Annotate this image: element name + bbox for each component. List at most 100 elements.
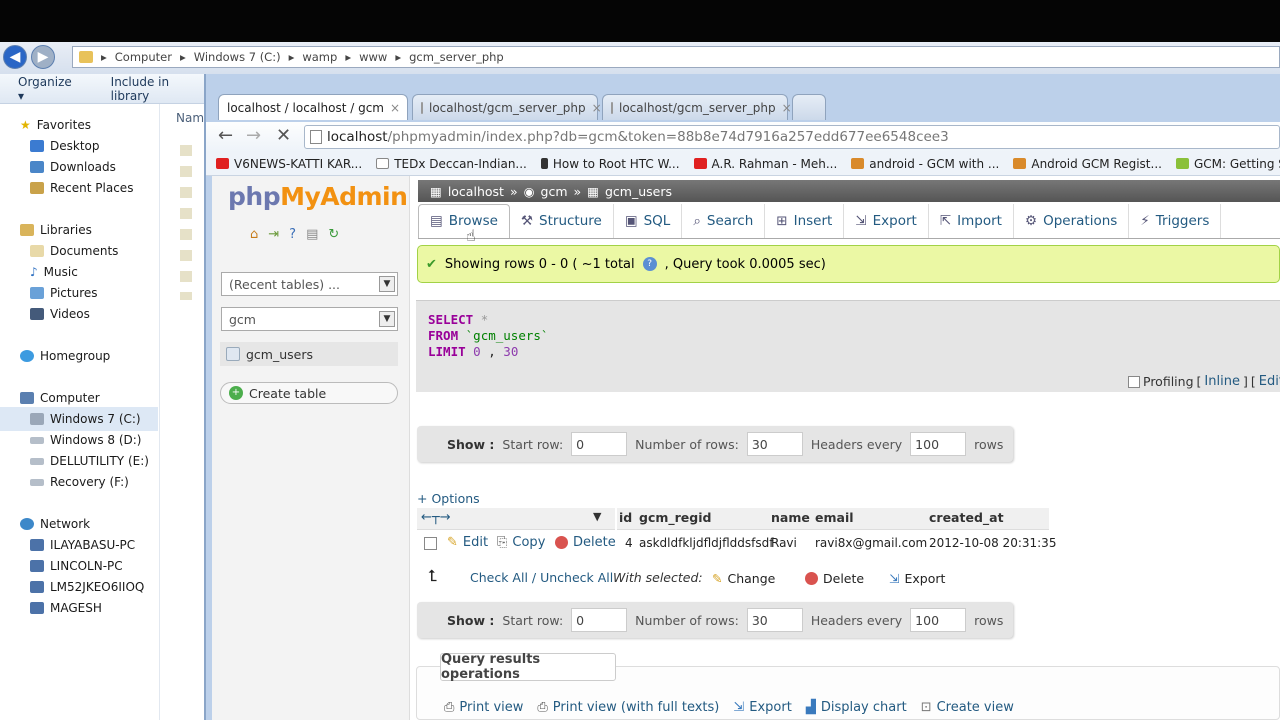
table-item-gcm-users[interactable]: gcm_users bbox=[220, 342, 398, 366]
nav-downloads[interactable]: Downloads bbox=[30, 160, 116, 174]
bookmark-item[interactable]: android - GCM with ... bbox=[851, 157, 999, 171]
bulk-delete-button[interactable]: Delete bbox=[805, 571, 864, 586]
nav-drive-d[interactable]: Windows 8 (D:) bbox=[30, 433, 141, 447]
nav-recent-places[interactable]: Recent Places bbox=[30, 181, 133, 195]
nav-music[interactable]: ♪ Music bbox=[30, 265, 78, 279]
breadcrumb-folder[interactable]: gcm_server_php bbox=[409, 50, 504, 64]
bulk-change-button[interactable]: ✎ Change bbox=[712, 571, 775, 586]
row-copy-button[interactable]: ⎘ Copy bbox=[497, 535, 545, 550]
cell-name[interactable]: Ravi bbox=[771, 536, 797, 550]
breadcrumb-drive[interactable]: Windows 7 (C:) bbox=[194, 50, 281, 64]
profiling-checkbox[interactable] bbox=[1128, 375, 1140, 388]
bulk-export-button[interactable]: ⇲ Export bbox=[889, 571, 945, 586]
print-view-link[interactable]: ⎙ Print view bbox=[444, 700, 523, 715]
bookmark-item[interactable]: Android GCM Regist... bbox=[1013, 157, 1162, 171]
nav-documents[interactable]: Documents bbox=[30, 244, 118, 258]
include-in-library-button[interactable]: Include in library bbox=[111, 75, 210, 103]
bookmark-item[interactable]: TEDx Deccan-Indian... bbox=[376, 157, 527, 171]
nav-network-pc[interactable]: LM52JKEO6IIOQ bbox=[30, 580, 144, 594]
start-row-input[interactable]: 0 bbox=[571, 432, 628, 456]
tab-sql[interactable]: ▣ SQL bbox=[614, 203, 683, 238]
nav-computer[interactable]: Computer bbox=[20, 391, 100, 405]
close-tab-icon[interactable]: × bbox=[592, 101, 602, 115]
browser-tab-gcm-2[interactable]: localhost/gcm_server_php × bbox=[602, 94, 792, 120]
forward-icon[interactable]: → bbox=[246, 125, 261, 146]
tab-search[interactable]: ⌕ Search bbox=[682, 203, 766, 238]
breadcrumb-www[interactable]: www bbox=[359, 50, 387, 64]
column-header-gcm-regid[interactable]: gcm_regid bbox=[639, 510, 711, 525]
reload-icon[interactable]: ↻ bbox=[328, 227, 339, 242]
row-checkbox[interactable] bbox=[424, 537, 437, 550]
column-header-created-at[interactable]: created_at bbox=[929, 510, 1004, 525]
column-header-id[interactable]: id bbox=[619, 510, 632, 525]
home-icon[interactable]: ⌂ bbox=[250, 227, 258, 242]
inline-edit-link[interactable]: Inline bbox=[1204, 374, 1240, 389]
create-table-button[interactable]: + Create table bbox=[220, 382, 398, 404]
start-row-input[interactable]: 0 bbox=[571, 608, 628, 632]
sort-dropdown-icon[interactable]: ▼ bbox=[593, 510, 601, 523]
bookmark-item[interactable]: V6NEWS-KATTI KAR... bbox=[216, 157, 362, 171]
nav-network-pc[interactable]: MAGESH bbox=[30, 601, 102, 615]
tab-insert[interactable]: ⊞ Insert bbox=[765, 203, 845, 238]
bookmark-item[interactable]: How to Root HTC W... bbox=[540, 157, 680, 171]
column-header-name[interactable]: name bbox=[771, 510, 810, 525]
nav-drive-c[interactable]: Windows 7 (C:) bbox=[0, 407, 158, 431]
tab-export[interactable]: ⇲ Export bbox=[844, 203, 929, 238]
nav-pictures[interactable]: Pictures bbox=[30, 286, 98, 300]
back-icon[interactable]: ← bbox=[218, 125, 233, 146]
bookmark-item[interactable]: A.R. Rahman - Meh... bbox=[693, 157, 837, 171]
num-rows-input[interactable]: 30 bbox=[746, 432, 803, 456]
cell-created-at[interactable]: 2012-10-08 20:31:35 bbox=[929, 536, 1056, 550]
tab-triggers[interactable]: ⚡ Triggers bbox=[1129, 203, 1222, 238]
cell-id[interactable]: 4 bbox=[625, 536, 633, 550]
explorer-address-bar[interactable]: ▸ Computer ▸ Windows 7 (C:) ▸ wamp ▸ www… bbox=[72, 46, 1280, 68]
breadcrumb-server[interactable]: localhost bbox=[448, 184, 504, 199]
row-delete-button[interactable]: Delete bbox=[555, 535, 616, 550]
nav-network-pc[interactable]: LINCOLN-PC bbox=[30, 559, 123, 573]
breadcrumb-computer[interactable]: Computer bbox=[115, 50, 172, 64]
recent-tables-select[interactable]: (Recent tables) ... ▼ bbox=[221, 272, 398, 296]
nav-network[interactable]: Network bbox=[20, 517, 90, 531]
column-arrows-icon[interactable]: ←┬→ bbox=[421, 510, 451, 525]
back-arrow-icon[interactable]: ◀ bbox=[3, 45, 27, 69]
close-tab-icon[interactable]: × bbox=[390, 101, 400, 115]
nav-network-pc[interactable]: ILAYABASU-PC bbox=[30, 538, 135, 552]
check-all-link[interactable]: Check All / Uncheck All bbox=[470, 570, 613, 585]
cell-gcm-regid[interactable]: askdldfkljdfldjflddsfsdf bbox=[639, 536, 773, 550]
breadcrumb-wamp[interactable]: wamp bbox=[302, 50, 337, 64]
browser-tab-pma[interactable]: localhost / localhost / gcm × bbox=[218, 94, 408, 120]
nav-drive-e[interactable]: DELLUTILITY (E:) bbox=[30, 454, 149, 468]
row-edit-button[interactable]: ✎ Edit bbox=[447, 535, 488, 550]
create-view-link[interactable]: ⊡ Create view bbox=[921, 700, 1014, 715]
print-view-full-link[interactable]: ⎙ Print view (with full texts) bbox=[537, 700, 719, 715]
forward-arrow-icon[interactable]: ▶ bbox=[31, 45, 55, 69]
organize-button[interactable]: Organize ▾ bbox=[18, 75, 81, 103]
stop-icon[interactable]: ✕ bbox=[276, 125, 291, 146]
url-bar[interactable]: localhost/phpmyadmin/index.php?db=gcm&to… bbox=[304, 125, 1280, 149]
cell-email[interactable]: ravi8x@gmail.com bbox=[815, 536, 927, 550]
breadcrumb-db[interactable]: gcm bbox=[541, 184, 568, 199]
nav-favorites[interactable]: ★ Favorites bbox=[20, 118, 91, 132]
tab-browse[interactable]: ▤ Browse bbox=[418, 203, 510, 238]
help-icon[interactable]: ? bbox=[289, 227, 296, 242]
browser-tab-gcm[interactable]: localhost/gcm_server_php × bbox=[412, 94, 602, 120]
options-link[interactable]: + Options bbox=[417, 491, 480, 506]
display-chart-link[interactable]: ▟ Display chart bbox=[806, 700, 907, 715]
nav-videos[interactable]: Videos bbox=[30, 307, 90, 321]
name-column-header[interactable]: Nam bbox=[176, 111, 204, 125]
help-icon[interactable]: ? bbox=[642, 257, 657, 271]
edit-query-link[interactable]: Edit bbox=[1259, 374, 1280, 389]
nav-drive-f[interactable]: Recovery (F:) bbox=[30, 475, 129, 489]
close-tab-icon[interactable]: × bbox=[782, 101, 792, 115]
phpmyadmin-logo[interactable]: phpMyAdmin bbox=[228, 182, 408, 211]
nav-desktop[interactable]: Desktop bbox=[30, 139, 100, 153]
docs-icon[interactable]: ▤ bbox=[306, 227, 318, 242]
new-tab-button[interactable] bbox=[792, 94, 826, 120]
nav-libraries[interactable]: Libraries bbox=[20, 223, 92, 237]
breadcrumb-table[interactable]: gcm_users bbox=[605, 184, 672, 199]
export-link[interactable]: ⇲ Export bbox=[733, 700, 791, 715]
tab-structure[interactable]: ⚒ Structure bbox=[510, 203, 614, 238]
database-select[interactable]: gcm ▼ bbox=[221, 307, 398, 331]
tab-operations[interactable]: ⚙ Operations bbox=[1014, 203, 1130, 238]
logout-icon[interactable]: ⇥ bbox=[268, 227, 279, 242]
